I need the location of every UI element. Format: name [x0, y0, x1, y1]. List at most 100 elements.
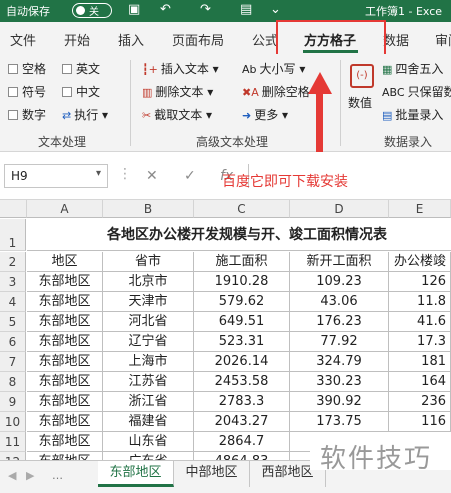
execute-button[interactable]: ⇄ 执行 ▾ — [62, 106, 108, 123]
keep-number-button[interactable]: ABC 只保留数 — [382, 83, 451, 100]
sheet-tab-central[interactable]: 中部地区 — [174, 461, 250, 487]
table-cell[interactable]: 181 — [389, 352, 451, 372]
tab-data[interactable]: 数据 — [383, 30, 409, 49]
table-cell[interactable]: 17.3 — [389, 332, 451, 352]
header-cell[interactable]: 新开工面积 — [290, 252, 389, 272]
table-cell[interactable]: 109.23 — [290, 272, 389, 292]
tab-home[interactable]: 开始 — [64, 30, 90, 49]
table-cell[interactable]: 2783.3 — [194, 392, 290, 412]
table-cell[interactable]: 河北省 — [103, 312, 194, 332]
table-cell[interactable]: 东部地区 — [27, 272, 103, 292]
row-header[interactable]: 10 — [0, 412, 26, 432]
table-cell[interactable]: 东部地区 — [27, 312, 103, 332]
batch-entry-button[interactable]: ▤ 批量录入 — [382, 106, 443, 123]
table-cell[interactable]: 东部地区 — [27, 352, 103, 372]
case-button[interactable]: Ab 大小写 ▾ — [242, 60, 305, 77]
value-button[interactable]: (-) 数值 — [346, 62, 378, 110]
checkbox-symbol[interactable]: 符号 — [8, 83, 46, 100]
table-cell[interactable]: 福建省 — [103, 412, 194, 432]
column-header[interactable]: D — [290, 200, 389, 218]
table-cell[interactable]: 236 — [389, 392, 451, 412]
table-cell[interactable]: 浙江省 — [103, 392, 194, 412]
chevron-down-icon[interactable]: ▾ — [96, 168, 101, 179]
more-button[interactable]: ➜ 更多 ▾ — [242, 106, 288, 123]
table-cell[interactable]: 330.23 — [290, 372, 389, 392]
row-header[interactable]: 11 — [0, 432, 26, 452]
prev-sheet-icon[interactable]: ◀ — [8, 469, 16, 482]
table-cell[interactable]: 东部地区 — [27, 372, 103, 392]
row-header[interactable]: 1 — [0, 219, 26, 251]
table-cell[interactable]: 辽宁省 — [103, 332, 194, 352]
table-cell[interactable]: 东部地区 — [27, 332, 103, 352]
checkbox-number[interactable]: 数字 — [8, 106, 46, 123]
table-cell[interactable]: 324.79 — [290, 352, 389, 372]
table-cell[interactable]: 天津市 — [103, 292, 194, 312]
confirm-icon[interactable]: ✓ — [184, 168, 196, 184]
table-cell[interactable]: 2043.27 — [194, 412, 290, 432]
cancel-icon[interactable]: ✕ — [146, 168, 158, 184]
table-cell[interactable]: 176.23 — [290, 312, 389, 332]
more-icon[interactable]: ⌄ — [270, 2, 281, 17]
table-cell[interactable]: 11.8 — [389, 292, 451, 312]
delete-text-button[interactable]: ▥ 删除文本 ▾ — [142, 83, 213, 100]
row-header[interactable]: 8 — [0, 372, 26, 392]
table-cell[interactable]: 173.75 — [290, 412, 389, 432]
table-cell[interactable]: 上海市 — [103, 352, 194, 372]
sheet-menu-icon[interactable]: … — [52, 469, 63, 482]
table-cell[interactable]: 1910.28 — [194, 272, 290, 292]
header-cell[interactable]: 地区 — [27, 252, 103, 272]
table-cell[interactable]: 东部地区 — [27, 412, 103, 432]
redo-icon[interactable]: ↷ — [200, 2, 211, 17]
table-cell[interactable]: 164 — [389, 372, 451, 392]
row-header[interactable]: 7 — [0, 352, 26, 372]
checkbox-chinese[interactable]: 中文 — [62, 83, 100, 100]
select-all-corner[interactable] — [0, 200, 27, 218]
column-header[interactable]: E — [389, 200, 451, 218]
row-header[interactable]: 3 — [0, 272, 26, 292]
column-header[interactable]: A — [27, 200, 103, 218]
table-cell[interactable]: 北京市 — [103, 272, 194, 292]
tab-review[interactable]: 审阅 — [435, 30, 451, 49]
tab-formulas[interactable]: 公式 — [252, 30, 278, 49]
tab-page-layout[interactable]: 页面布局 — [172, 30, 224, 49]
table-cell[interactable]: 2453.58 — [194, 372, 290, 392]
table-cell[interactable]: 东部地区 — [27, 392, 103, 412]
row-header[interactable]: 9 — [0, 392, 26, 412]
table-cell[interactable]: 579.62 — [194, 292, 290, 312]
extract-text-button[interactable]: ✂ 截取文本 ▾ — [142, 106, 212, 123]
table-cell[interactable]: 东部地区 — [27, 292, 103, 312]
header-cell[interactable]: 施工面积 — [194, 252, 290, 272]
undo-icon[interactable]: ↶ — [160, 2, 171, 17]
round-button[interactable]: ▦ 四舍五入 — [382, 60, 443, 77]
checkbox-english[interactable]: 英文 — [62, 60, 100, 77]
save-icon[interactable]: ▣ — [128, 2, 140, 17]
header-cell[interactable]: 省市 — [103, 252, 194, 272]
table-cell[interactable]: 东部地区 — [27, 432, 103, 452]
table-cell[interactable]: 2026.14 — [194, 352, 290, 372]
table-cell[interactable]: 41.6 — [389, 312, 451, 332]
table-cell[interactable]: 43.06 — [290, 292, 389, 312]
tab-file[interactable]: 文件 — [10, 30, 36, 49]
file-icon[interactable]: ▤ — [240, 2, 252, 17]
table-cell[interactable]: 523.31 — [194, 332, 290, 352]
column-header[interactable]: C — [194, 200, 290, 218]
table-cell[interactable]: 77.92 — [290, 332, 389, 352]
table-cell[interactable]: 2864.7 — [194, 432, 290, 452]
next-sheet-icon[interactable]: ▶ — [26, 469, 34, 482]
header-cell[interactable]: 办公楼竣 — [389, 252, 451, 272]
sheet-title-cell[interactable]: 各地区办公楼开发规模与开、竣工面积情况表 — [27, 219, 451, 251]
table-cell[interactable]: 126 — [389, 272, 451, 292]
name-box[interactable]: H9 ▾ — [4, 164, 108, 188]
row-header[interactable]: 6 — [0, 332, 26, 352]
row-header[interactable]: 4 — [0, 292, 26, 312]
sheet-tab-east[interactable]: 东部地区 — [98, 461, 174, 487]
insert-text-button[interactable]: ┇+ 插入文本 ▾ — [142, 60, 219, 77]
row-header[interactable]: 2 — [0, 252, 26, 272]
checkbox-space[interactable]: 空格 — [8, 60, 46, 77]
autosave-toggle[interactable]: 关 — [72, 3, 112, 18]
table-cell[interactable]: 山东省 — [103, 432, 194, 452]
table-cell[interactable]: 116 — [389, 412, 451, 432]
tab-insert[interactable]: 插入 — [118, 30, 144, 49]
table-cell[interactable]: 649.51 — [194, 312, 290, 332]
table-cell[interactable]: 江苏省 — [103, 372, 194, 392]
